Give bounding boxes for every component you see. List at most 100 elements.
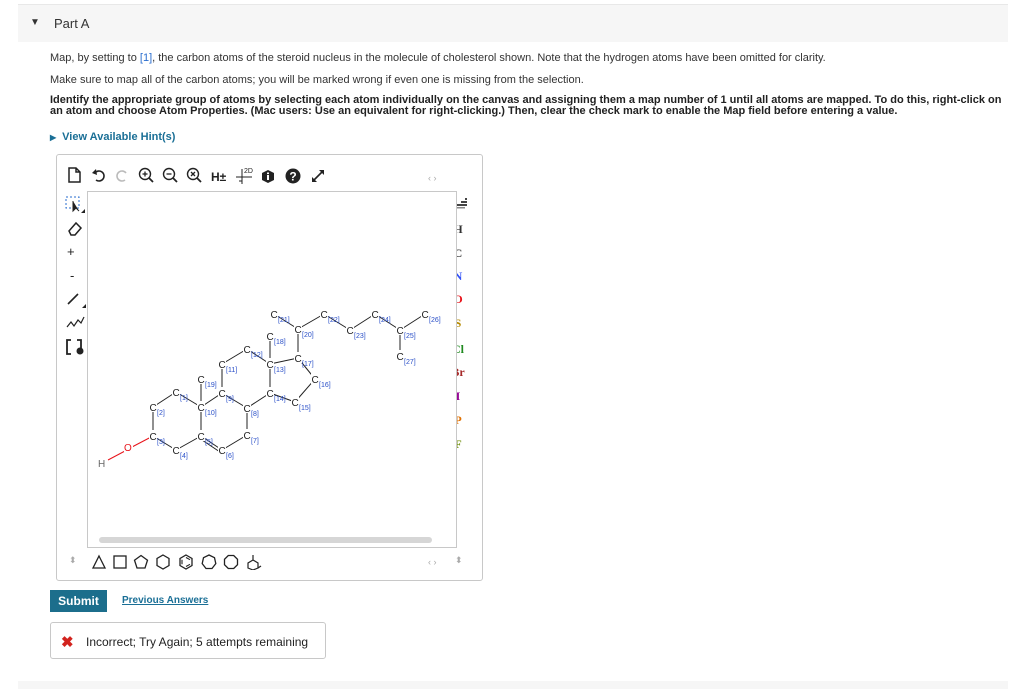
part-a-header[interactable]: ▼ Part A — [18, 4, 1008, 42]
atom-C15[interactable]: C — [292, 398, 299, 409]
eraser-icon[interactable] — [67, 220, 83, 236]
cholesterol-molecule[interactable]: C [1]C [2]C [3]C [4]C [5]C [6]C [7]C [8]C [9]C [10… — [88, 192, 456, 547]
atom-C9[interactable]: C — [219, 389, 226, 400]
cyclohexane-tool-icon[interactable] — [155, 554, 171, 570]
atom-C22[interactable]: C — [321, 310, 328, 321]
atom-C3[interactable]: C — [150, 432, 157, 443]
atom-C16[interactable]: C — [312, 375, 319, 386]
atom-map-label-19[interactable]: [19] — [205, 382, 217, 389]
next-part-bar — [18, 681, 1008, 689]
cyclobutane-tool-icon[interactable] — [112, 554, 128, 570]
atom-map-label-2[interactable]: [2] — [157, 410, 165, 417]
bond-O-H[interactable] — [107, 450, 126, 461]
undo-icon[interactable] — [91, 168, 107, 182]
atom-map-label-10[interactable]: [10] — [205, 410, 217, 417]
hydrogen-toggle-icon[interactable]: H± — [211, 169, 226, 185]
atom-map-label-21[interactable]: [21] — [278, 317, 290, 324]
zoom-reset-icon[interactable] — [186, 167, 203, 184]
view-hints-link[interactable]: ▶ View Available Hint(s) — [50, 131, 175, 143]
atom-map-label-13[interactable]: [13] — [274, 367, 286, 374]
bond-tool-icon[interactable] — [65, 290, 87, 308]
atom-C2[interactable]: C — [150, 403, 157, 414]
atom-C19[interactable]: C — [198, 375, 205, 386]
bottom-left-scroll-icon[interactable]: ⬍ — [69, 555, 77, 566]
charge-plus-icon[interactable]: + — [67, 244, 75, 259]
toolbar-scroll-arrows-icon[interactable]: ‹ › — [428, 173, 437, 183]
atom-C21[interactable]: C — [271, 310, 278, 321]
atom-C18[interactable]: C — [267, 332, 274, 343]
clean-2d-label: 2D — [244, 168, 253, 175]
atom-map-label-24[interactable]: [24] — [379, 317, 391, 324]
instruction-1-text-b: , the carbon atoms of the steroid nucleu… — [152, 52, 826, 64]
atom-map-label-7[interactable]: [7] — [251, 438, 259, 445]
redo-icon[interactable] — [114, 168, 130, 182]
atom-map-label-23[interactable]: [23] — [354, 333, 366, 340]
drawing-canvas[interactable]: C [1] C [2] C [3] C [4] C [5] C [6] C [7] C [8] C [9] C [10… — [87, 191, 457, 548]
atom-map-label-4[interactable]: [4] — [180, 453, 188, 460]
previous-answers-link[interactable]: Previous Answers — [122, 595, 208, 606]
atom-map-label-9[interactable]: [9] — [226, 396, 234, 403]
atom-C6[interactable]: C — [219, 446, 226, 457]
cyclooctane-tool-icon[interactable] — [223, 554, 239, 570]
zoom-in-icon[interactable] — [138, 167, 155, 184]
atom-C25[interactable]: C — [397, 326, 404, 337]
cycloheptane-tool-icon[interactable] — [201, 554, 217, 570]
feedback-box: ✖ Incorrect; Try Again; 5 attempts remai… — [50, 622, 326, 659]
atom-C12[interactable]: C — [244, 345, 251, 356]
zoom-out-icon[interactable] — [162, 167, 179, 184]
collapse-caret-icon[interactable]: ▼ — [30, 17, 40, 28]
atom-map-label-20[interactable]: [20] — [302, 332, 314, 339]
atom-C20[interactable]: C — [295, 325, 302, 336]
atom-map-label-15[interactable]: [15] — [299, 405, 311, 412]
benzene-tool-icon[interactable] — [178, 554, 194, 570]
atom-C7[interactable]: C — [244, 431, 251, 442]
atom-C24[interactable]: C — [372, 310, 379, 321]
submit-button[interactable]: Submit — [50, 590, 107, 612]
atom-C13[interactable]: C — [267, 360, 274, 371]
atom-map-label-1[interactable]: [1] — [180, 395, 188, 402]
atom-map-label-25[interactable]: [25] — [404, 333, 416, 340]
atom-C5[interactable]: C — [198, 432, 205, 443]
atom-C11[interactable]: C — [219, 360, 226, 371]
clean-2d-icon[interactable]: 2D — [234, 165, 254, 185]
atom-C26[interactable]: C — [422, 310, 429, 321]
atom-map-label-5[interactable]: [5] — [205, 439, 213, 446]
cyclopentane-tool-icon[interactable] — [133, 554, 149, 570]
atom-map-label-8[interactable]: [8] — [251, 411, 259, 418]
atom-C8[interactable]: C — [244, 404, 251, 415]
atom-C10[interactable]: C — [198, 403, 205, 414]
map-number-highlight: [1] — [139, 52, 153, 64]
atom-map-label-11[interactable]: [11] — [226, 367, 237, 374]
atom-C27[interactable]: C — [397, 352, 404, 363]
atom-map-label-17[interactable]: [17] — [302, 361, 314, 368]
atom-map-label-18[interactable]: [18] — [274, 339, 286, 346]
atom-map-label-3[interactable]: [3] — [157, 439, 165, 446]
atom-C17[interactable]: C — [295, 354, 302, 365]
atom-map-label-12[interactable]: [12] — [251, 352, 263, 359]
info-icon[interactable] — [261, 169, 275, 184]
bottom-right-scroll-arrows-icon[interactable]: ‹ › — [428, 557, 437, 567]
templates-tool-icon[interactable] — [244, 554, 262, 570]
help-icon[interactable]: ? — [285, 168, 301, 184]
atom-O[interactable]: O — [124, 443, 132, 454]
cyclopropane-tool-icon[interactable] — [91, 554, 107, 570]
atom-H[interactable]: H — [98, 459, 105, 470]
bottom-right-vertical-scroll-icon[interactable]: ⬍ — [455, 555, 463, 566]
atom-C14[interactable]: C — [267, 389, 274, 400]
atom-map-label-14[interactable]: [14] — [274, 396, 286, 403]
canvas-horizontal-scrollbar[interactable] — [99, 537, 432, 543]
atom-map-label-27[interactable]: [27] — [404, 359, 416, 366]
atom-map-label-22[interactable]: [22] — [328, 317, 340, 324]
atom-map-label-26[interactable]: [26] — [429, 317, 441, 324]
atom-C1[interactable]: C — [173, 388, 180, 399]
atom-map-label-6[interactable]: [6] — [226, 453, 234, 460]
new-document-icon[interactable] — [67, 167, 81, 183]
charge-minus-icon[interactable]: - — [70, 268, 74, 283]
atom-C4[interactable]: C — [173, 446, 180, 457]
bracket-tool-icon[interactable] — [65, 337, 87, 357]
selection-tool-icon[interactable] — [65, 195, 85, 213]
atom-C23[interactable]: C — [347, 326, 354, 337]
chain-tool-icon[interactable] — [65, 313, 87, 331]
fullscreen-icon[interactable] — [310, 168, 326, 184]
atom-map-label-16[interactable]: [16] — [319, 382, 331, 389]
